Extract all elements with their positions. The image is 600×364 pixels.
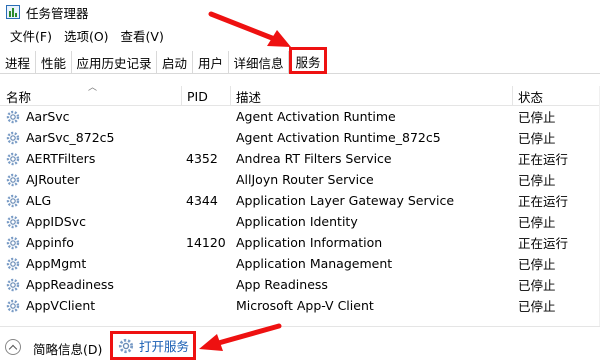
service-gear-icon [6, 299, 20, 312]
service-status: 已停止 [518, 257, 556, 272]
service-description: Application Management [236, 256, 393, 271]
menu-view[interactable]: 查看(V) [115, 26, 170, 45]
service-name-cell: AJRouter [6, 169, 80, 190]
menu-bar: 文件(F) 选项(O) 查看(V) [0, 25, 170, 45]
service-row[interactable]: AppIDSvc Application Identity 已停止 [0, 211, 600, 232]
services-gear-icon [118, 338, 134, 353]
service-description: Application Information [236, 235, 383, 250]
service-row[interactable]: AppVClient Microsoft App-V Client 已停止 [0, 295, 600, 316]
service-name: AppVClient [26, 298, 96, 313]
service-row[interactable]: AppReadiness App Readiness 已停止 [0, 274, 600, 295]
collapse-chevron-icon[interactable] [5, 339, 21, 355]
service-description: Agent Activation Runtime [236, 109, 396, 124]
service-row[interactable]: AarSvc_872c5 Agent Activation Runtime_87… [0, 127, 600, 148]
services-list: AarSvc Agent Activation Runtime 已停止 AarS… [0, 106, 600, 316]
service-row[interactable]: AERTFilters 4352 Andrea RT Filters Servi… [0, 148, 600, 169]
service-status: 正在运行 [518, 194, 569, 209]
service-status: 已停止 [518, 278, 556, 293]
arrow-to-services-tab [208, 11, 291, 47]
column-name[interactable]: 名称 [2, 86, 180, 106]
service-name: ALG [26, 193, 52, 208]
service-pid: 4352 [186, 151, 218, 166]
service-name: AppReadiness [26, 277, 114, 292]
service-row[interactable]: AppMgmt Application Management 已停止 [0, 253, 600, 274]
service-gear-icon [6, 131, 20, 144]
service-description: Agent Activation Runtime_872c5 [236, 130, 441, 145]
service-name-cell: AppVClient [6, 295, 95, 316]
service-gear-icon [6, 173, 20, 186]
task-manager-icon [6, 5, 20, 19]
column-divider[interactable] [181, 86, 182, 106]
title-bar: 任务管理器 [0, 0, 600, 24]
service-gear-icon [6, 215, 20, 228]
menu-options[interactable]: 选项(O) [58, 26, 115, 45]
service-row[interactable]: Appinfo 14120 Application Information 正在… [0, 232, 600, 253]
service-description: Microsoft App-V Client [236, 298, 374, 313]
service-pid: 14120 [186, 235, 226, 250]
service-name: Appinfo [26, 235, 74, 250]
service-status: 正在运行 [518, 236, 569, 251]
service-description: Andrea RT Filters Service [236, 151, 392, 166]
service-status: 已停止 [518, 173, 556, 188]
service-status: 已停止 [518, 110, 556, 125]
service-name-cell: ALG [6, 190, 51, 211]
tab-users[interactable]: 用户 [193, 51, 229, 73]
service-description: Application Layer Gateway Service [236, 193, 455, 208]
service-name: AERTFilters [26, 151, 96, 166]
service-name-cell: AppMgmt [6, 253, 86, 274]
window-title: 任务管理器 [26, 5, 89, 21]
service-row[interactable]: AJRouter AllJoyn Router Service 已停止 [0, 169, 600, 190]
open-services-link[interactable]: 打开服务 [139, 336, 189, 355]
column-status[interactable]: 状态 [514, 86, 598, 106]
service-name-cell: Appinfo [6, 232, 74, 253]
service-name: AppIDSvc [26, 214, 86, 229]
tab-processes[interactable]: 进程 [0, 51, 36, 73]
service-row[interactable]: ALG 4344 Application Layer Gateway Servi… [0, 190, 600, 211]
service-status: 已停止 [518, 131, 556, 146]
service-gear-icon [6, 257, 20, 270]
menu-file[interactable]: 文件(F) [4, 26, 58, 45]
service-name: AarSvc_872c5 [26, 130, 115, 145]
column-description[interactable]: 描述 [232, 86, 510, 106]
service-name: AarSvc [26, 109, 70, 124]
service-gear-icon [6, 152, 20, 165]
service-gear-icon [6, 194, 20, 207]
service-status: 已停止 [518, 215, 556, 230]
service-gear-icon [6, 236, 20, 249]
service-name-cell: AERTFilters [6, 148, 95, 169]
tab-app-history[interactable]: 应用历史记录 [72, 51, 157, 73]
service-name: AppMgmt [26, 256, 87, 271]
service-status: 已停止 [518, 299, 556, 314]
service-gear-icon [6, 278, 20, 291]
column-pid[interactable]: PID [183, 86, 229, 106]
service-status: 正在运行 [518, 152, 569, 167]
open-services-highlight-box: 打开服务 [110, 331, 196, 360]
service-pid: 4344 [186, 193, 218, 208]
service-name-cell: AarSvc_872c5 [6, 127, 115, 148]
service-description: App Readiness [236, 277, 328, 292]
service-description: AllJoyn Router Service [236, 172, 374, 187]
service-name-cell: AarSvc [6, 106, 70, 127]
column-divider[interactable] [230, 86, 231, 106]
service-row[interactable]: AarSvc Agent Activation Runtime 已停止 [0, 106, 600, 127]
tab-startup[interactable]: 启动 [157, 51, 193, 73]
service-description: Application Identity [236, 214, 358, 229]
column-header-row: 名称 PID 描述 状态 [0, 86, 600, 106]
tab-performance[interactable]: 性能 [36, 51, 72, 73]
service-name-cell: AppReadiness [6, 274, 114, 295]
service-gear-icon [6, 110, 20, 123]
tab-details[interactable]: 详细信息 [229, 51, 289, 73]
footer-bar: 简略信息(D) [0, 326, 600, 364]
service-name: AJRouter [26, 172, 80, 187]
column-divider[interactable] [512, 86, 513, 106]
arrow-to-open-services [199, 323, 282, 351]
brief-info-link[interactable]: 简略信息(D) [33, 339, 102, 358]
service-name-cell: AppIDSvc [6, 211, 86, 232]
